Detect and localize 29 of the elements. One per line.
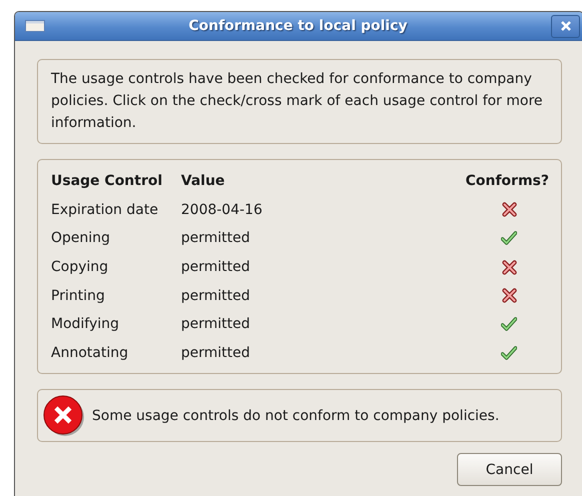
table-cell-text: Copying [51,259,110,276]
table-cell-text: Opening [51,230,112,246]
check-icon[interactable] [501,346,517,360]
table-cell-text: permitted [181,316,252,332]
table-cell-text: permitted [181,259,252,276]
table-cell-text: permitted [181,344,252,361]
table-cell-text: Annotating [51,344,130,361]
intro-text: The usage controls have been checked for conformance to company policies. Click on the check/cross mark of each usage control for more information. [51,70,544,133]
check-icon[interactable] [501,231,517,246]
table-cell-text: permitted [181,230,252,246]
table-cell-text: 2008-04-16 [181,202,264,218]
table-cell-text: Printing [51,288,106,304]
table-cell-text: Expiration date [51,202,160,218]
column-header: Usage Control [51,173,164,190]
check-icon[interactable] [501,317,517,332]
cross-icon[interactable] [502,260,517,275]
close-icon [560,20,572,32]
column-header: Conforms? [465,173,549,190]
column-header: Value [181,173,226,190]
cross-icon[interactable] [502,288,517,304]
close-button[interactable] [551,14,580,38]
table-cell-text: Modifying [51,316,120,332]
window-title: Conformance to local policy [188,18,408,34]
table-cell-text: permitted [181,288,252,304]
cross-icon[interactable] [502,202,517,218]
status-message: Some usage controls do not conform to company policies. [92,408,500,424]
window-icon[interactable] [25,20,45,32]
cancel-button[interactable]: Cancel [457,453,562,486]
error-icon [42,394,86,438]
